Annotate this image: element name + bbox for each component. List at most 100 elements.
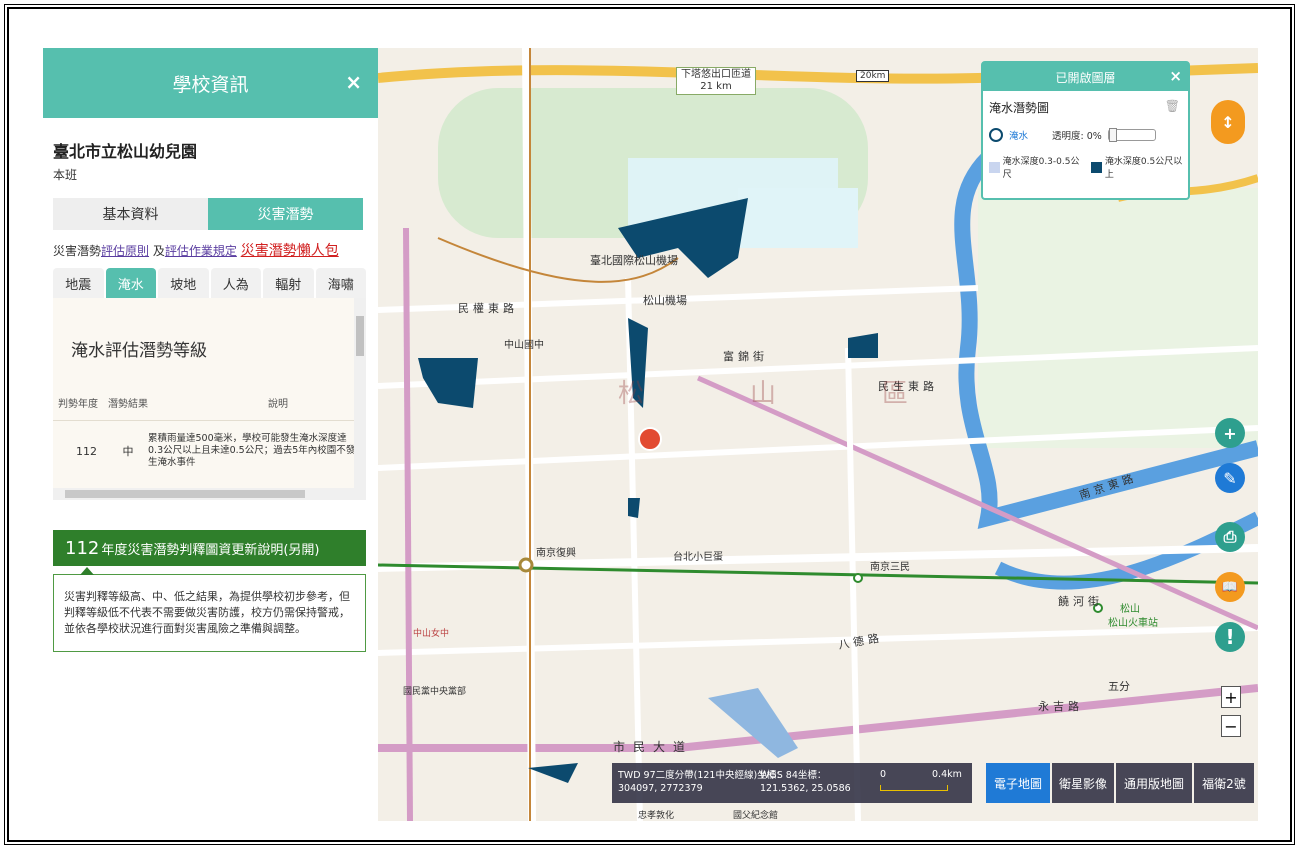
- basemap-general[interactable]: 通用版地圖: [1116, 763, 1192, 803]
- legend-label-high: 淹水深度0.5公尺以上: [1104, 157, 1183, 180]
- link-principles[interactable]: 評估原則: [101, 244, 149, 258]
- layer-toggle-icon[interactable]: [989, 128, 1003, 142]
- songshan-label: 松山: [1120, 604, 1140, 615]
- pen-icon[interactable]: ✎: [1215, 463, 1245, 493]
- basemap-switcher: 電子地圖 衛星影像 通用版地圖 福衛2號: [986, 763, 1254, 803]
- nanjing-fuxing-label: 南京復興: [536, 548, 576, 559]
- hazard-title: 淹水評估潛勢等級: [71, 341, 207, 361]
- airport-station-label: 松山機場: [643, 294, 687, 307]
- riverside-park: [978, 188, 1258, 448]
- tab-flood[interactable]: 淹水: [105, 268, 156, 298]
- row-result: 中: [122, 445, 134, 458]
- update-year: 112: [65, 537, 100, 559]
- panel-close-button[interactable]: ×: [345, 70, 362, 94]
- zoom-plus-icon[interactable]: +: [1215, 418, 1245, 448]
- layer-panel-close-button[interactable]: ×: [1169, 67, 1182, 85]
- kmt-label: 國民黨中央黨部: [403, 687, 467, 697]
- link-guide-pack[interactable]: 災害潛勢懶人包: [241, 243, 339, 259]
- main-tabs: 基本資料 災害潛勢: [53, 198, 363, 230]
- school-class: 本班: [53, 168, 78, 182]
- minquan-road-label: 民權東路: [458, 302, 518, 315]
- fujin-street-label: 富錦街: [723, 350, 768, 363]
- table-row: 112 中 累積雨量達500毫米，學校可能發生淹水深度達0.3公尺以上且未達0.…: [58, 433, 366, 469]
- col-desc: 說明: [268, 399, 288, 410]
- wgs-label: WGS 84坐標：: [760, 770, 827, 781]
- zhongxiao-label: 忠孝敦化: [638, 811, 675, 821]
- basemap-electronic[interactable]: 電子地圖: [986, 763, 1050, 803]
- legend-swatch-high: [1091, 161, 1102, 173]
- note-text: 災害判釋等級高、中、低之結果，為提供學校初步參考，但判釋等級低不代表不需要做災害…: [64, 590, 350, 635]
- layer-legend: 淹水深度0.3-0.5公尺 淹水深度0.5公尺以上: [989, 154, 1188, 180]
- basemap-formosat2[interactable]: 福衛2號: [1194, 763, 1254, 803]
- compass-icon[interactable]: ↕: [1211, 100, 1245, 144]
- civic-blvd-label: 市民大道: [613, 740, 694, 754]
- wgs-coord: WGS 84坐標： 121.5362, 25.0586: [760, 769, 851, 795]
- tab-radiation[interactable]: 輻射: [263, 268, 314, 298]
- layer-panel-title: 已開啟圖層: [1055, 70, 1116, 85]
- update-text: 年度災害潛勢判釋圖資更新說明(另開): [101, 542, 320, 558]
- layer-panel: 已開啟圖層 × 淹水潛勢圖 🗑 淹水 透明度: 0% 淹水深度0.3-0.5公尺…: [981, 61, 1190, 200]
- row-desc: 累積雨量達500毫米，學校可能發生淹水深度達0.3公尺以上且未達0.5公尺；過去…: [148, 433, 356, 468]
- zoom-in-button[interactable]: +: [1221, 686, 1241, 708]
- airport-label: 臺北國際松山機場: [590, 254, 678, 267]
- opacity-slider[interactable]: [1107, 128, 1156, 142]
- district-label: 松 山 區: [618, 379, 949, 409]
- school-marker: [638, 427, 662, 451]
- alert-icon[interactable]: !: [1215, 622, 1245, 652]
- layer-panel-header: 已開啟圖層 ×: [983, 63, 1188, 91]
- songshan-station-label: 松山火車站: [1108, 618, 1158, 629]
- zoom-out-button[interactable]: −: [1221, 715, 1241, 737]
- links-prefix: 災害潛勢: [53, 244, 102, 258]
- link-regulations[interactable]: 評估作業規定: [165, 244, 237, 258]
- hazard-table-header: 判勢年度 潛勢結果 說明: [58, 395, 366, 410]
- raohe-label: 饒河街: [1058, 595, 1103, 608]
- update-banner[interactable]: 112 年度災害潛勢判釋圖資更新說明(另開): [53, 530, 366, 566]
- links-mid: 及: [149, 244, 165, 258]
- highway-sign: 下塔悠出口匝道 21 km: [676, 67, 756, 95]
- yongji-road-label: 永吉路: [1038, 700, 1083, 713]
- hazard-content: 淹水評估潛勢等級 判勢年度 潛勢結果 說明 112 中 累積雨量達500毫米，學…: [53, 298, 366, 488]
- col-result: 潛勢結果: [108, 399, 148, 410]
- tab-slope[interactable]: 坡地: [158, 268, 209, 298]
- book-icon[interactable]: 📖: [1215, 572, 1245, 602]
- panel-header: 學校資訊 ×: [43, 48, 378, 118]
- wufen-label: 五分: [1108, 680, 1130, 693]
- layer-name: 淹水潛勢圖: [989, 101, 1050, 115]
- scale-start: 0: [880, 769, 887, 780]
- vertical-scroll-thumb[interactable]: [356, 316, 364, 356]
- layer-name-row: 淹水潛勢圖 🗑: [989, 99, 1188, 116]
- guofu-label: 國父紀念館: [733, 811, 779, 821]
- horizontal-scroll-thumb[interactable]: [65, 490, 305, 498]
- school-info-panel: 學校資訊 × 臺北市立松山幼兒園 本班 基本資料 災害潛勢 災害潛勢評估原則 及…: [43, 48, 378, 828]
- tab-human[interactable]: 人為: [210, 268, 261, 298]
- col-year: 判勢年度: [58, 399, 98, 410]
- basemap-satellite[interactable]: 衛星影像: [1052, 763, 1114, 803]
- tab-earthquake[interactable]: 地震: [53, 268, 104, 298]
- school-name: 臺北市立松山幼兒園: [53, 142, 198, 161]
- print-icon[interactable]: ⎙: [1215, 522, 1245, 552]
- horizontal-scrollbar[interactable]: [53, 488, 366, 500]
- taipei-arena-label: 台北小巨蛋: [673, 552, 723, 563]
- coordinate-bar: TWD 97二度分帶(121中央經線)坐標： 304097, 2772379 W…: [612, 763, 972, 803]
- panel-title: 學校資訊: [172, 73, 249, 96]
- reference-links: 災害潛勢評估原則 及評估作業規定 災害潛勢懶人包: [53, 240, 378, 260]
- wgs-value: 121.5362, 25.0586: [760, 783, 851, 794]
- tab-disaster-potential[interactable]: 災害潛勢: [208, 198, 363, 230]
- zs-girls-label: 中山女中: [413, 629, 450, 639]
- tab-tsunami[interactable]: 海嘯: [315, 268, 366, 298]
- layer-label: 淹水: [1009, 131, 1029, 142]
- zhongshan-school-label: 中山國中: [504, 340, 544, 351]
- opacity-label: 透明度: 0%: [1052, 131, 1102, 142]
- scale-end: 0.4km: [932, 769, 962, 780]
- km-sign: 20km: [856, 70, 890, 82]
- scale-bar: [880, 785, 948, 791]
- trash-icon[interactable]: 🗑: [1165, 99, 1180, 116]
- tab-basic-info[interactable]: 基本資料: [53, 198, 208, 230]
- nanjing-sanmin-label: 南京三民: [870, 562, 910, 573]
- opacity-slider-thumb[interactable]: [1108, 128, 1117, 142]
- vertical-scrollbar[interactable]: [354, 298, 366, 488]
- note-box: 災害判釋等級高、中、低之結果，為提供學校初步參考，但判釋等級低不代表不需要做災害…: [53, 567, 366, 652]
- row-year: 112: [76, 444, 97, 458]
- layer-control-row: 淹水 透明度: 0%: [989, 128, 1188, 142]
- hazard-tabs: 地震 淹水 坡地 人為 輻射 海嘯: [53, 268, 366, 298]
